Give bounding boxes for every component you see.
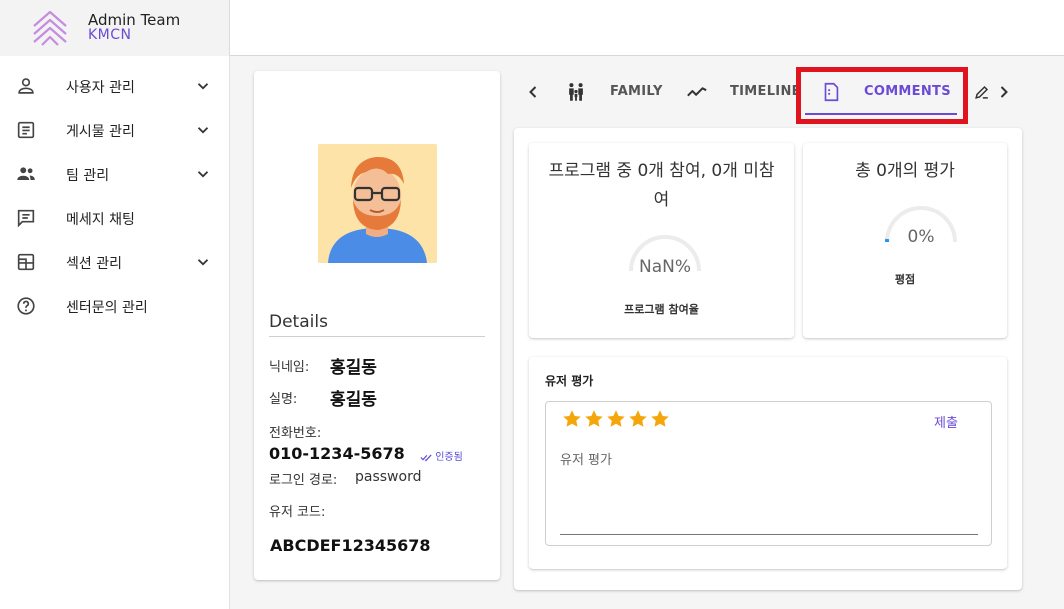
star-icon[interactable] — [649, 408, 671, 430]
realname-value: 홍길동 — [330, 390, 377, 410]
star-icon[interactable] — [627, 408, 649, 430]
review-box: 제출 — [545, 401, 992, 546]
star-icon[interactable] — [583, 408, 605, 430]
review-input[interactable] — [560, 449, 978, 535]
brand-subtitle: KMCN — [88, 27, 132, 43]
chevron-left-icon[interactable] — [523, 82, 543, 102]
program-stat-caption: 프로그램 참여율 — [624, 303, 699, 316]
sidebar-item-team-management[interactable]: 팀 관리 — [0, 154, 230, 194]
sidebar-item-post-management[interactable]: 게시물 관리 — [0, 110, 230, 150]
sidebar-item-user-management[interactable]: 사용자 관리 — [0, 66, 230, 106]
tab-family[interactable]: FAMILY — [558, 71, 668, 113]
pencil-icon[interactable] — [972, 82, 992, 102]
chevron-down-icon[interactable] — [194, 121, 212, 139]
details-title: Details — [269, 312, 328, 332]
sidebar-item-section-management[interactable]: 섹션 관리 — [0, 242, 230, 282]
login-path-value: password — [355, 469, 422, 485]
family-icon — [569, 83, 583, 101]
user-review-card: 유저 평가 제출 — [529, 357, 1007, 569]
verified-badge: 인증됨 — [420, 448, 463, 463]
brand-area[interactable]: Admin Team KMCN — [0, 0, 230, 56]
avatar — [318, 144, 437, 263]
chevron-right-icon[interactable] — [994, 82, 1014, 102]
phone-label: 전화번호: — [269, 426, 322, 441]
phone-value: 010-1234-5678 — [269, 444, 405, 463]
program-stat-title: 프로그램 중 0개 참여, 0개 미참여 — [548, 161, 775, 210]
nickname-label: 닉네임: — [269, 360, 310, 375]
review-title: 유저 평가 — [545, 374, 594, 388]
chevron-stack-logo-icon — [33, 10, 67, 46]
layout-icon — [17, 253, 35, 271]
sidebar-item-message-chat[interactable]: 메세지 채팅 — [0, 198, 230, 238]
sidebar-item-label: 메세지 채팅 — [66, 212, 135, 228]
chevron-down-icon[interactable] — [194, 77, 212, 95]
sidebar-item-center-inquiry[interactable]: 센터문의 관리 — [0, 286, 230, 326]
comments-panel: 프로그램 중 0개 참여, 0개 미참여 NaN% 프로그램 참여율 총 0개의… — [514, 128, 1022, 590]
chevron-down-icon[interactable] — [194, 165, 212, 183]
user-code-label: 유저 코드: — [269, 505, 326, 520]
sidebar-item-label: 센터문의 관리 — [66, 300, 148, 316]
person-icon — [18, 78, 34, 94]
double-check-icon — [420, 454, 432, 461]
program-stat-card: 프로그램 중 0개 참여, 0개 미참여 NaN% 프로그램 참여율 — [529, 143, 794, 338]
tab-label: TIMELINE — [730, 84, 801, 99]
tab-label: FAMILY — [610, 84, 663, 99]
sidebar-item-label: 사용자 관리 — [66, 80, 135, 96]
sidebar: 사용자 관리 게시물 관리 팀 관리 메세지 채팅 섹션 관리 센터문의 관리 — [0, 56, 230, 609]
rating-stat-title: 총 0개의 평가 — [855, 161, 955, 181]
sidebar-item-label: 게시물 관리 — [66, 124, 135, 140]
nickname-value: 홍길동 — [330, 358, 377, 378]
avatar-illustration — [318, 144, 437, 263]
chat-icon — [17, 209, 35, 228]
login-path-label: 로그인 경로: — [269, 473, 338, 488]
document-icon — [17, 121, 35, 139]
realname-label: 실명: — [269, 392, 298, 407]
tab-timeline[interactable]: TIMELINE — [682, 71, 801, 113]
rating-stat-card: 총 0개의 평가 0% 평점 — [803, 143, 1007, 338]
help-icon — [17, 297, 35, 315]
star-rating[interactable] — [561, 408, 671, 434]
highlight-box — [796, 67, 968, 124]
star-icon[interactable] — [605, 408, 627, 430]
submit-button[interactable]: 제출 — [934, 412, 958, 431]
chevron-down-icon[interactable] — [194, 253, 212, 271]
sidebar-item-label: 섹션 관리 — [66, 256, 122, 272]
user-code-value: ABCDEF12345678 — [270, 536, 431, 555]
divider — [269, 336, 485, 337]
top-bar: Admin Team KMCN — [0, 0, 1064, 56]
timeline-icon — [687, 87, 707, 97]
verified-label: 인증됨 — [435, 452, 463, 463]
program-gauge-value: NaN% — [638, 257, 691, 277]
rating-gauge-value: 0% — [907, 227, 935, 247]
profile-card: Details 닉네임: 홍길동 실명: 홍길동 전화번호: 010-1234-… — [254, 71, 500, 580]
rating-stat-caption: 평점 — [894, 273, 916, 286]
group-icon — [17, 167, 35, 180]
star-icon[interactable] — [561, 408, 583, 430]
sidebar-item-label: 팀 관리 — [66, 168, 110, 184]
